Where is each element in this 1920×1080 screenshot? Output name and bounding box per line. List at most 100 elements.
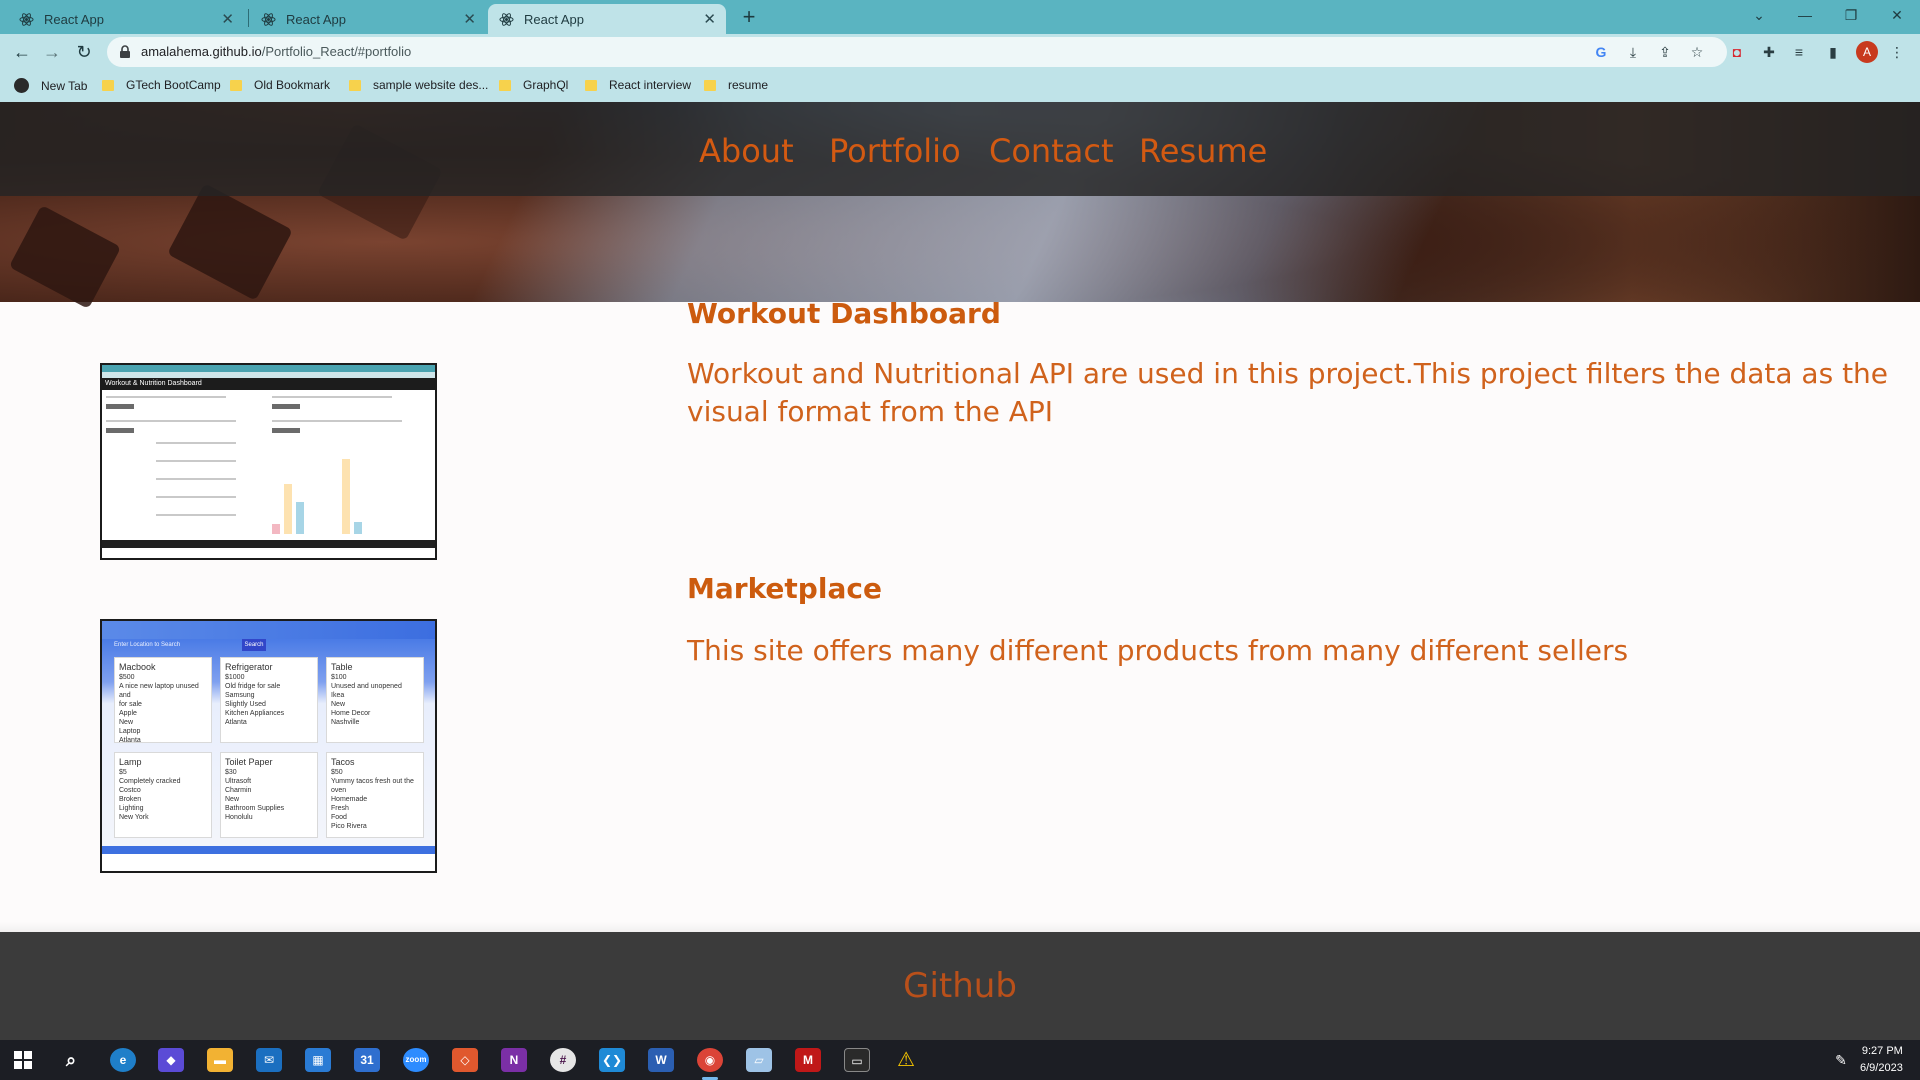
bookmark-label: sample website des... (373, 78, 489, 92)
search-icon[interactable]: ⌕ (58, 1048, 84, 1072)
mini-text-line (272, 420, 402, 422)
mini-card-line: $500 (119, 674, 135, 681)
word-icon[interactable]: W (648, 1048, 674, 1072)
mini-card-title: Lamp (119, 757, 142, 767)
mini-text-line (106, 420, 236, 422)
mini-card-line: Kitchen Appliances (225, 710, 285, 717)
mini-card-line: Ultrasoft (225, 778, 252, 785)
mini-text-line (106, 396, 226, 398)
minimize-icon[interactable]: — (1782, 0, 1828, 30)
mail-icon[interactable]: ✉ (256, 1048, 282, 1072)
close-tab-icon[interactable]: ✕ (703, 10, 716, 28)
terminal-icon[interactable]: ▭ (844, 1048, 870, 1072)
nav-contact[interactable]: Contact (989, 132, 1114, 170)
mini-card-line: Ikea (331, 692, 345, 699)
bookmark-folder[interactable]: resume (704, 78, 768, 92)
mini-marketplace-header (102, 621, 435, 639)
mcafee-icon[interactable]: M (795, 1048, 821, 1072)
mini-card-line: Costco (119, 787, 141, 794)
mini-card-line: Pico Rivera (331, 823, 367, 830)
warning-icon[interactable]: ⚠ (893, 1048, 919, 1072)
windows-start-icon[interactable] (10, 1048, 36, 1072)
workout-dashboard-screenshot[interactable]: Workout & Nutrition Dashboard (100, 363, 437, 560)
zoom-icon[interactable]: zoom (403, 1048, 429, 1072)
nav-portfolio[interactable]: Portfolio (829, 132, 961, 170)
system-clock[interactable]: 9:27 PM 6/9/2023 (1860, 1043, 1903, 1077)
mini-card-line: Food (331, 814, 347, 821)
github-link[interactable]: Github (0, 966, 1920, 1006)
menu-dots-icon[interactable]: ⋮ (1886, 41, 1908, 63)
mini-card-line: Slightly Used (225, 701, 266, 708)
close-tab-icon[interactable]: ✕ (463, 10, 476, 28)
extensions-icon[interactable]: ✚ (1758, 41, 1780, 63)
bookmark-label: Old Bookmark (254, 78, 331, 92)
globe-icon (14, 78, 29, 93)
tab-separator (248, 9, 249, 27)
browser-tab-active[interactable]: React App ✕ (488, 4, 726, 34)
profile-avatar[interactable]: A (1856, 41, 1878, 63)
mini-card-line: Bathroom Supplies (225, 805, 285, 812)
nav-resume[interactable]: Resume (1139, 132, 1267, 170)
slack-icon[interactable]: # (550, 1048, 576, 1072)
chrome-icon[interactable]: ◉ (697, 1048, 723, 1072)
mini-card-line: Samsung (225, 692, 255, 699)
calendar-icon[interactable]: 31 (354, 1048, 380, 1072)
media-control-icon[interactable]: ≡ (1788, 41, 1810, 63)
mini-card-line: $50 (331, 769, 343, 776)
mini-tabbar (102, 365, 435, 372)
folder-icon (585, 79, 597, 91)
mini-card-line: Completely cracked (119, 778, 181, 785)
address-bar[interactable]: amalahema.github.io/Portfolio_React/#por… (107, 37, 1727, 67)
mini-card-line: New (225, 796, 240, 803)
close-window-icon[interactable]: ✕ (1874, 0, 1920, 30)
close-tab-icon[interactable]: ✕ (221, 10, 234, 28)
reload-icon[interactable]: ↻ (72, 40, 96, 64)
mini-dashboard-header: Workout & Nutrition Dashboard (102, 378, 435, 390)
project-title: Workout Dashboard (687, 297, 1001, 330)
pen-icon[interactable]: ✎ (1828, 1048, 1854, 1072)
onenote-icon[interactable]: N (501, 1048, 527, 1072)
mini-dashboard-body (102, 390, 435, 548)
side-panel-icon[interactable]: ▮ (1822, 41, 1844, 63)
store-icon[interactable]: ▦ (305, 1048, 331, 1072)
mini-card-line: Broken (119, 796, 142, 803)
mini-button (272, 404, 300, 409)
google-icon[interactable]: G (1590, 41, 1612, 63)
new-tab-button[interactable]: + (736, 5, 762, 31)
mini-card-line: $5 (119, 769, 127, 776)
browser-tab[interactable]: React App ✕ (250, 4, 486, 34)
bookmark-folder[interactable]: Old Bookmark (230, 78, 330, 92)
browser-tab[interactable]: React App ✕ (8, 4, 244, 34)
mini-card-line: $30 (225, 769, 237, 776)
file-explorer-icon[interactable]: ▬ (207, 1048, 233, 1072)
copilot-icon[interactable]: ◆ (158, 1048, 184, 1072)
marketplace-screenshot[interactable]: Enter Location to Search Search Macbook … (100, 619, 437, 873)
mini-card-line: Fresh (331, 805, 349, 812)
bookmark-folder[interactable]: GTech BootCamp (102, 78, 221, 92)
mini-card-line: Atlanta (225, 719, 247, 726)
tab-search-icon[interactable]: ⌄ (1736, 0, 1782, 30)
bookmark-folder[interactable]: GraphQl (499, 78, 568, 92)
mini-card-title: Toilet Paper (225, 757, 273, 767)
forward-icon[interactable]: → (40, 40, 64, 64)
site-footer: Github (0, 932, 1920, 1040)
mini-card-line: New (331, 701, 346, 708)
edge-icon[interactable]: e (110, 1048, 136, 1072)
bookmark-new-tab[interactable]: New Tab (14, 78, 87, 93)
bookmark-folder[interactable]: sample website des... (349, 78, 488, 92)
react-icon (498, 11, 514, 27)
share-icon[interactable]: ⇪ (1654, 41, 1676, 63)
notes-icon[interactable]: ▱ (746, 1048, 772, 1072)
bookmark-folder[interactable]: React interview (585, 78, 691, 92)
back-icon[interactable]: ← (10, 40, 34, 64)
nav-about[interactable]: About (699, 132, 794, 170)
git-icon[interactable]: ◇ (452, 1048, 478, 1072)
mcafee-extension-icon[interactable]: ◘ (1726, 41, 1748, 63)
url-host: amalahema.github.io (141, 44, 262, 59)
bookmark-star-icon[interactable]: ☆ (1686, 41, 1708, 63)
vscode-icon[interactable]: ❮❯ (599, 1048, 625, 1072)
restore-icon[interactable]: ❐ (1828, 0, 1874, 30)
mini-card-line: Atlanta (119, 737, 141, 744)
install-icon[interactable]: ⤓ (1622, 41, 1644, 63)
mini-card-line: Laptop (119, 728, 141, 735)
